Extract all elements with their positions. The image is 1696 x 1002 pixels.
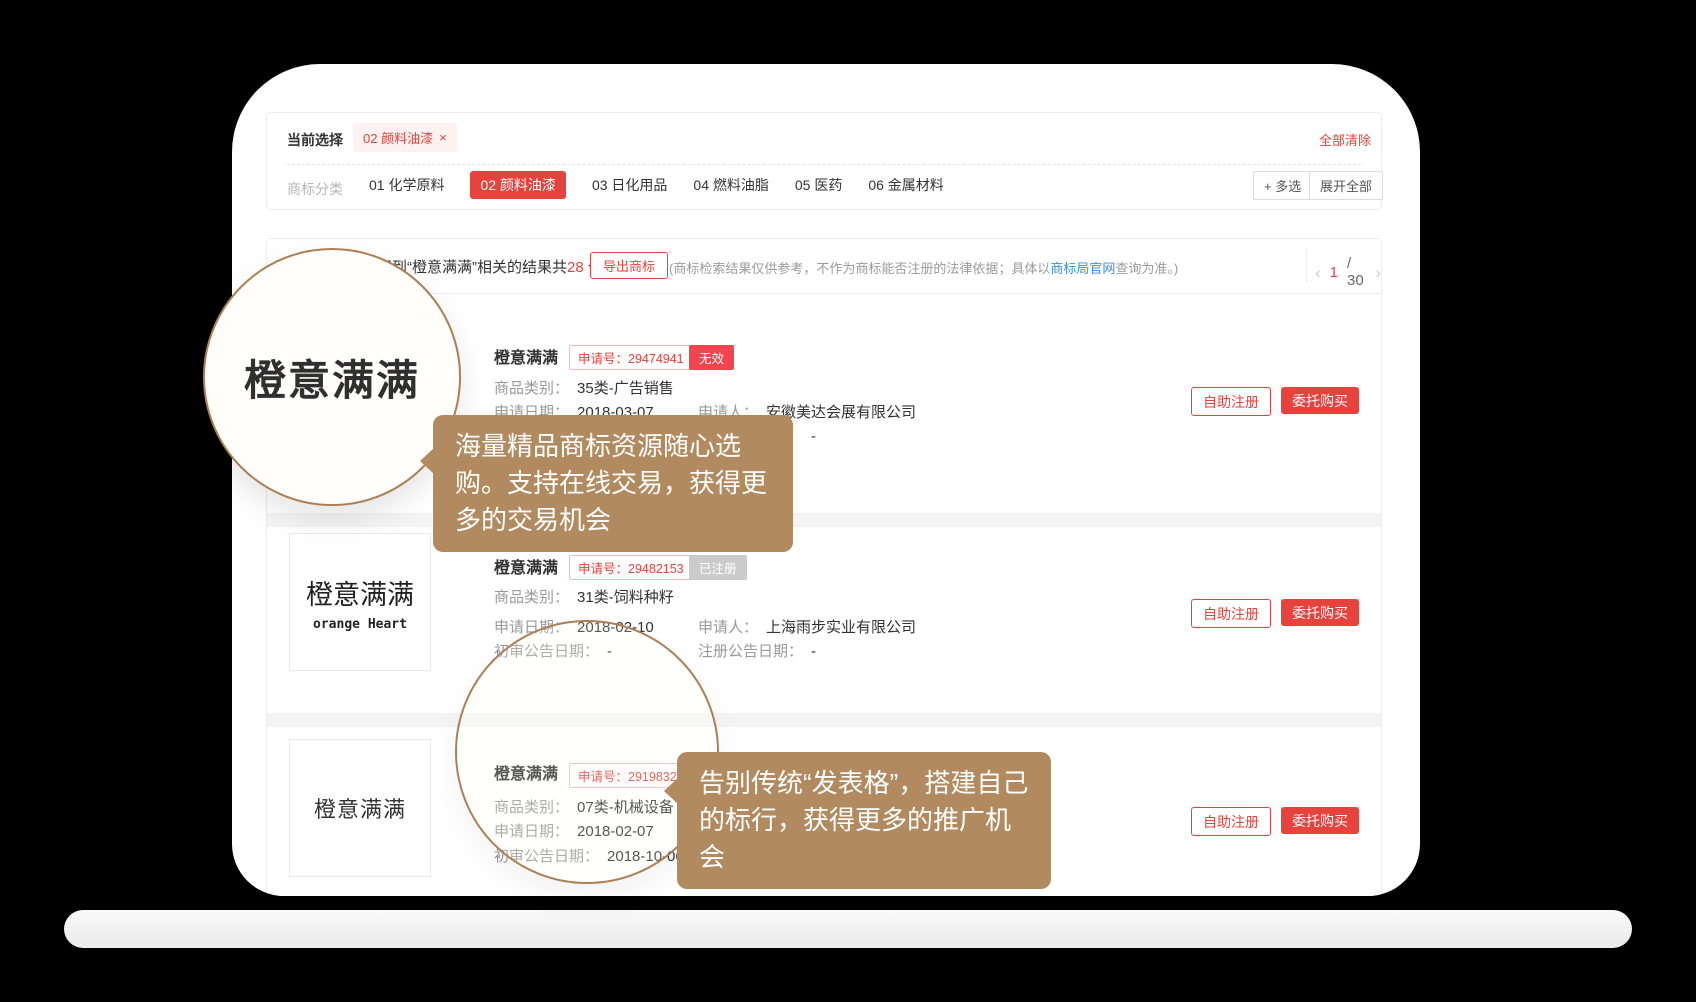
- current-page: 1: [1330, 264, 1338, 281]
- category-tab-01[interactable]: 01 化学原料: [369, 175, 444, 195]
- promo-tooltip-build: 告别传统“发表格”，搭建自己的标行，获得更多的推广机会: [677, 752, 1051, 889]
- category-tab-04[interactable]: 04 燃料油脂: [693, 175, 768, 195]
- export-trademarks-button[interactable]: 导出商标: [590, 252, 668, 279]
- divider: [1306, 249, 1307, 283]
- selected-filter-tag-label: 02 颜料油漆: [363, 128, 433, 147]
- application-no-badge: 申请号：29474941: [569, 345, 693, 370]
- promo-tooltip-trade: 海量精品商标资源随心选购。支持在线交易，获得更多的交易机会: [433, 415, 793, 552]
- prev-page-icon[interactable]: ‹: [1315, 265, 1321, 280]
- device-base-bar: [64, 910, 1632, 948]
- results-disclaimer: (商标检索结果仅供参考，不作为商标能否注册的法律依据；具体以商标局官网查询为准。…: [669, 258, 1178, 277]
- next-page-icon[interactable]: ›: [1375, 265, 1381, 280]
- expand-all-button[interactable]: 展开全部: [1309, 171, 1383, 200]
- category-tab-03[interactable]: 03 日化用品: [592, 175, 667, 195]
- tooltip-arrow: [420, 448, 434, 474]
- magnified-trademark-text: 橙意满满: [244, 347, 420, 408]
- total-pages: / 30: [1347, 255, 1366, 289]
- status-badge: 无效: [689, 345, 734, 370]
- application-no-badge: 申请号：29482153: [569, 555, 693, 580]
- entrust-buy-button[interactable]: 委托购买: [1281, 807, 1359, 834]
- trademark-image: 橙意满满 orange Heart: [289, 533, 431, 671]
- category-line: 商品类别：35类-广告销售: [494, 377, 674, 398]
- category-tabs: 01 化学原料 02 颜料油漆 03 日化用品 04 燃料油脂 05 医药 06…: [369, 171, 944, 199]
- current-selection-label: 当前选择: [287, 130, 343, 150]
- filter-card: 当前选择 02 颜料油漆 × 全部清除 商标分类 01 化学原料 02 颜料油漆…: [266, 112, 1382, 210]
- tooltip-arrow: [664, 778, 678, 804]
- self-register-button[interactable]: 自助注册: [1191, 807, 1271, 836]
- category-tab-06[interactable]: 06 金属材料: [868, 175, 943, 195]
- results-header: 当前分类下检索到“橙意满满”相关的结果共28 个 导出商标 (商标检索结果仅供参…: [267, 239, 1381, 294]
- status-badge: 已注册: [689, 555, 747, 580]
- self-register-button[interactable]: 自助注册: [1191, 599, 1271, 628]
- entrust-buy-button[interactable]: 委托购买: [1281, 599, 1359, 626]
- category-filter-label: 商标分类: [287, 179, 343, 199]
- reg-notice-line: 注册公告日期：-: [698, 640, 816, 661]
- entrust-buy-button[interactable]: 委托购买: [1281, 387, 1359, 414]
- self-register-button[interactable]: 自助注册: [1191, 387, 1271, 416]
- trademark-name[interactable]: 橙意满满: [494, 554, 558, 578]
- divider: [287, 164, 1361, 165]
- pagination: ‹ 1 / 30 ›: [1315, 255, 1381, 289]
- results-count: 28: [567, 259, 584, 276]
- trademark-image: 橙意满满: [289, 739, 431, 877]
- category-tab-05[interactable]: 05 医药: [795, 175, 842, 195]
- clear-all-button[interactable]: 全部清除: [1319, 130, 1371, 149]
- trademark-name[interactable]: 橙意满满: [494, 344, 558, 368]
- selected-filter-tag[interactable]: 02 颜料油漆 ×: [353, 123, 457, 152]
- multi-select-button[interactable]: + 多选: [1253, 171, 1312, 200]
- row-gap: [267, 713, 1381, 727]
- stage: 当前选择 02 颜料油漆 × 全部清除 商标分类 01 化学原料 02 颜料油漆…: [0, 0, 1696, 1002]
- close-icon[interactable]: ×: [439, 130, 447, 145]
- category-tab-02-active[interactable]: 02 颜料油漆: [470, 171, 565, 199]
- trademark-office-link[interactable]: 商标局官网: [1050, 261, 1115, 276]
- applicant-line: 申请人：上海雨步实业有限公司: [698, 616, 916, 637]
- category-line: 商品类别：31类-饲料种籽: [494, 586, 674, 607]
